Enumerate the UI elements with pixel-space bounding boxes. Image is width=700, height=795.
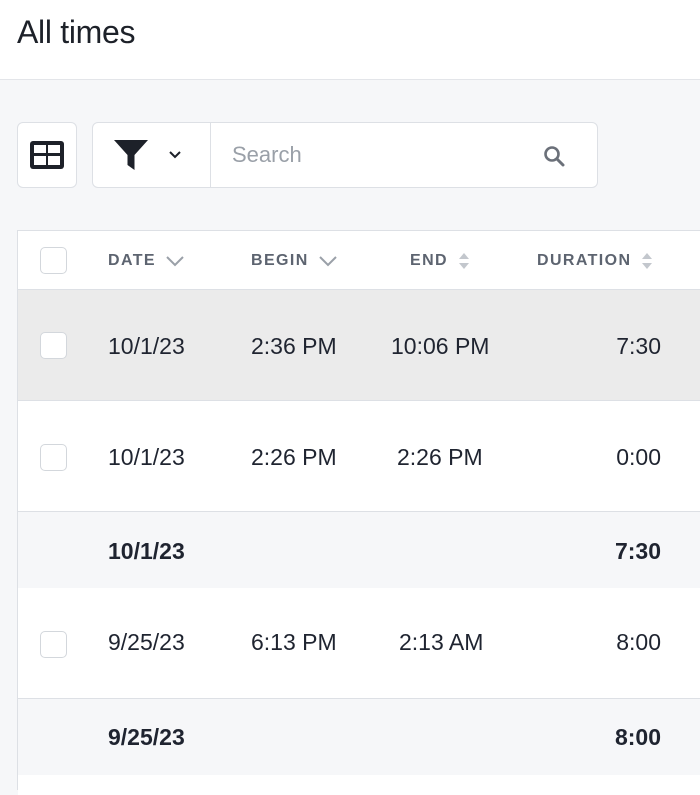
cell-end: 2:13 AM [399, 629, 484, 655]
table-row-partial [18, 775, 700, 795]
cell-end: 2:26 PM [397, 444, 483, 470]
page-header: All times [0, 0, 700, 80]
column-header-begin[interactable]: BEGIN [251, 252, 337, 270]
table-row[interactable]: 9/25/23 6:13 PM 2:13 AM 8:00 [18, 588, 700, 699]
chevron-down-icon [166, 255, 184, 266]
column-label: END [410, 252, 448, 269]
cell-duration: 8:00 [616, 629, 661, 655]
group-duration: 7:30 [614, 538, 661, 564]
cell-begin: 2:26 PM [251, 444, 337, 470]
filter-search-group [92, 122, 598, 188]
filter-dropdown-button[interactable] [93, 123, 211, 187]
column-header-date[interactable]: DATE [108, 252, 184, 270]
group-summary-row: 9/25/23 8:00 [18, 699, 700, 775]
column-label: DATE [108, 252, 156, 269]
chevron-down-icon [169, 151, 181, 159]
cell-date: 9/25/23 [108, 629, 185, 655]
chevron-down-icon [318, 255, 337, 266]
group-duration: 8:00 [614, 724, 661, 750]
cell-begin: 2:36 PM [251, 333, 337, 359]
cell-duration: 7:30 [616, 333, 661, 359]
funnel-icon [114, 140, 148, 170]
select-all-checkbox[interactable] [40, 247, 67, 274]
column-label: DURATION [537, 252, 632, 269]
cell-date: 10/1/23 [108, 333, 185, 359]
table-row[interactable]: 10/1/23 2:26 PM 2:26 PM 0:00 [18, 401, 700, 512]
row-checkbox[interactable] [40, 332, 67, 359]
row-checkbox[interactable] [40, 444, 67, 471]
column-header-duration[interactable]: DURATION [537, 252, 653, 270]
group-summary-row: 10/1/23 7:30 [18, 512, 700, 588]
group-date: 9/25/23 [108, 724, 185, 750]
cell-duration: 0:00 [616, 444, 661, 470]
times-table: DATE BEGIN END DURATION 10/1/23 2:36 PM … [17, 230, 700, 795]
cell-end: 10:06 PM [391, 333, 490, 359]
table-view-button[interactable] [17, 122, 77, 188]
table-view-icon [30, 141, 64, 169]
cell-begin: 6:13 PM [251, 629, 337, 655]
search-icon[interactable] [543, 145, 565, 167]
group-date: 10/1/23 [108, 538, 185, 564]
table-row[interactable]: 10/1/23 2:36 PM 10:06 PM 7:30 [18, 290, 700, 401]
sort-icon [458, 253, 469, 269]
cell-date: 10/1/23 [108, 444, 185, 470]
row-checkbox[interactable] [40, 631, 67, 658]
search-input[interactable] [212, 123, 542, 187]
table-header: DATE BEGIN END DURATION [18, 231, 700, 290]
sort-icon [642, 253, 653, 269]
page-title: All times [17, 14, 136, 50]
column-header-end[interactable]: END [410, 252, 470, 270]
column-label: BEGIN [251, 252, 309, 269]
